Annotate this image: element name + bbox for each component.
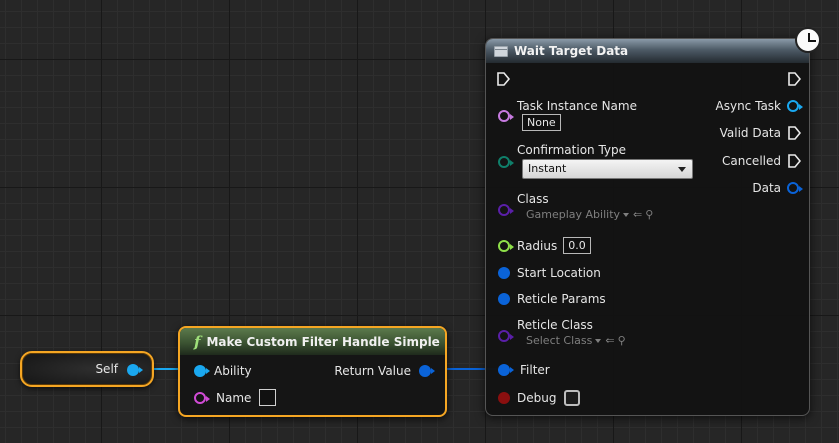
browse-search-icon[interactable]: ⚲ bbox=[645, 208, 653, 221]
use-selected-arrow-icon[interactable]: ⇐ bbox=[633, 208, 642, 221]
task-instance-name-label: Task Instance Name bbox=[517, 99, 637, 113]
confirmation-type-pin[interactable] bbox=[498, 156, 514, 168]
make-custom-filter-handle-node[interactable]: f Make Custom Filter Handle Simple Abili… bbox=[178, 326, 447, 417]
exec-output-pin[interactable] bbox=[787, 71, 801, 87]
filter-label: Filter bbox=[520, 363, 550, 377]
reticle-class-pin[interactable] bbox=[498, 330, 514, 342]
function-node-title: Make Custom Filter Handle Simple bbox=[206, 334, 440, 349]
ability-label: Ability bbox=[214, 364, 252, 378]
task-instance-name-field[interactable]: None bbox=[522, 114, 561, 131]
name-value-field[interactable] bbox=[259, 389, 277, 406]
function-f-icon: f bbox=[194, 332, 201, 351]
ability-input-pin[interactable] bbox=[194, 365, 210, 377]
chevron-down-icon bbox=[678, 167, 686, 172]
radius-row: Radius 0.0 bbox=[498, 237, 591, 254]
chevron-down-icon bbox=[623, 212, 630, 217]
start-location-pin[interactable] bbox=[498, 267, 510, 279]
name-input-pin[interactable] bbox=[194, 391, 210, 404]
ability-input-row: Ability bbox=[194, 364, 252, 378]
debug-checkbox[interactable] bbox=[564, 390, 581, 406]
reticle-params-label: Reticle Params bbox=[517, 292, 606, 306]
self-label: Self bbox=[95, 362, 118, 376]
wait-node-title: Wait Target Data bbox=[514, 44, 629, 58]
return-value-label: Return Value bbox=[334, 364, 411, 378]
data-output-pin[interactable] bbox=[787, 182, 803, 194]
valid-data-exec-pin[interactable] bbox=[787, 125, 801, 141]
self-node[interactable]: Self bbox=[20, 351, 154, 387]
confirmation-type-label: Confirmation Type bbox=[517, 143, 627, 157]
exec-input-pin[interactable] bbox=[496, 71, 510, 87]
chevron-down-icon bbox=[595, 338, 602, 343]
class-picker[interactable]: Gameplay Ability ⇐ ⚲ bbox=[526, 208, 653, 221]
filter-row: Filter bbox=[498, 363, 550, 377]
task-instance-name-pin[interactable] bbox=[498, 110, 514, 122]
use-selected-arrow-icon[interactable]: ⇐ bbox=[605, 334, 614, 347]
return-value-row: Return Value bbox=[334, 364, 435, 378]
confirmation-type-value: Instant bbox=[528, 162, 567, 175]
data-label: Data bbox=[752, 181, 781, 195]
async-task-label: Async Task bbox=[715, 99, 781, 113]
class-pin[interactable] bbox=[498, 204, 514, 216]
wait-target-data-node[interactable]: Wait Target Data Task Instance Name None… bbox=[485, 27, 821, 416]
radius-field[interactable]: 0.0 bbox=[563, 237, 591, 254]
reticle-params-pin[interactable] bbox=[498, 293, 510, 305]
filter-pin[interactable] bbox=[498, 364, 514, 376]
debug-row: Debug bbox=[498, 390, 581, 406]
self-output-pin[interactable] bbox=[127, 364, 143, 376]
debug-pin[interactable] bbox=[498, 392, 510, 404]
name-input-row: Name bbox=[194, 389, 277, 406]
radius-label: Radius bbox=[517, 238, 558, 253]
reticle-class-picker[interactable]: Select Class ⇐ ⚲ bbox=[526, 334, 626, 347]
cancelled-row: Cancelled bbox=[722, 153, 801, 169]
task-node-icon bbox=[494, 45, 508, 57]
wait-node-header[interactable]: Wait Target Data bbox=[486, 39, 809, 63]
async-task-row: Async Task bbox=[715, 99, 803, 113]
confirmation-type-dropdown[interactable]: Instant bbox=[522, 159, 693, 179]
return-value-pin[interactable] bbox=[419, 365, 435, 377]
browse-search-icon[interactable]: ⚲ bbox=[618, 334, 626, 347]
reticle-params-row: Reticle Params bbox=[498, 292, 606, 306]
start-location-label: Start Location bbox=[517, 266, 601, 280]
class-picker-value: Gameplay Ability bbox=[526, 208, 621, 221]
valid-data-row: Valid Data bbox=[720, 125, 801, 141]
name-label: Name bbox=[216, 390, 252, 405]
data-row: Data bbox=[752, 181, 803, 195]
class-label: Class bbox=[517, 192, 549, 206]
debug-label: Debug bbox=[517, 391, 557, 405]
cancelled-exec-pin[interactable] bbox=[787, 153, 801, 169]
async-task-pin[interactable] bbox=[787, 100, 803, 112]
clock-icon bbox=[795, 27, 821, 53]
radius-pin[interactable] bbox=[498, 239, 514, 252]
function-node-header[interactable]: f Make Custom Filter Handle Simple bbox=[180, 328, 445, 355]
reticle-class-value: Select Class bbox=[526, 334, 593, 347]
reticle-class-label: Reticle Class bbox=[517, 318, 593, 332]
cancelled-label: Cancelled bbox=[722, 154, 781, 168]
start-location-row: Start Location bbox=[498, 266, 601, 280]
valid-data-label: Valid Data bbox=[719, 126, 781, 140]
